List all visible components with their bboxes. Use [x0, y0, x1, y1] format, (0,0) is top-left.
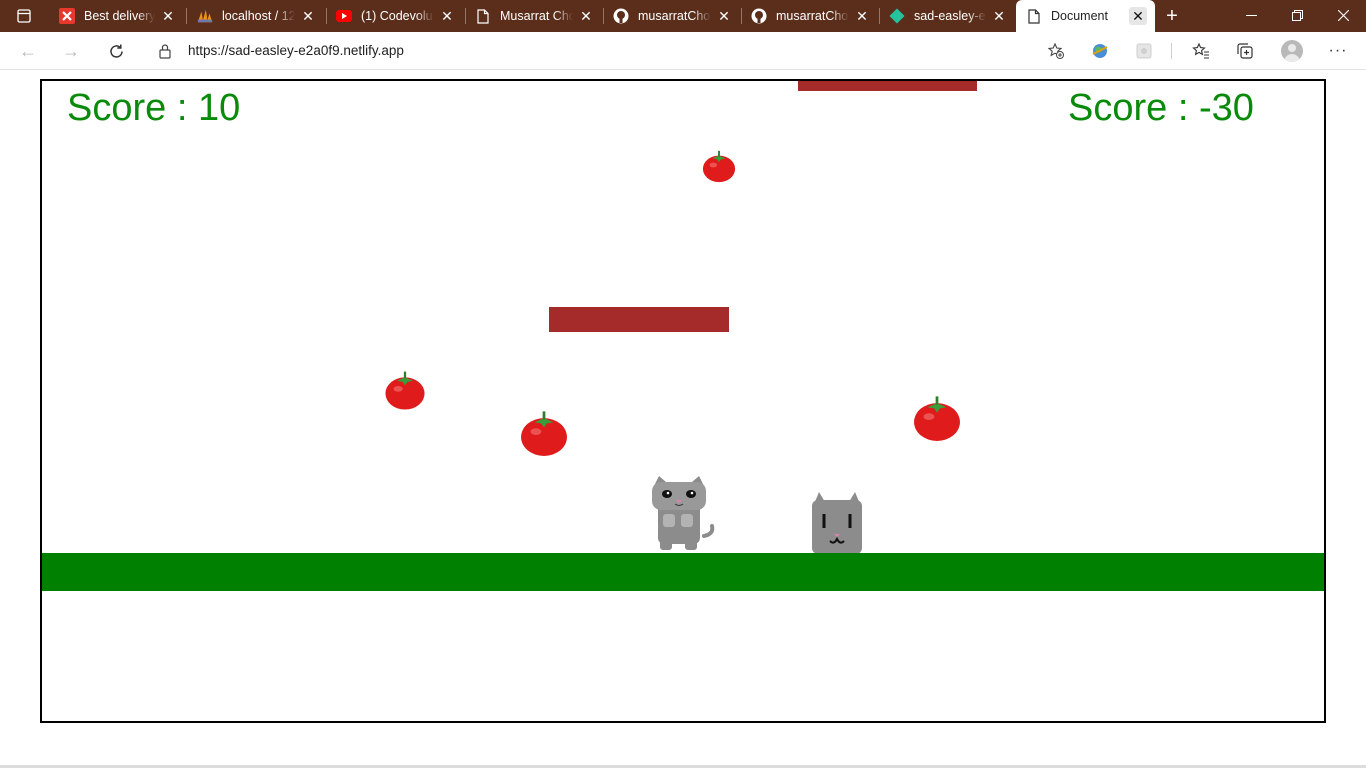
close-tab-icon[interactable]: ✕ [990, 7, 1008, 25]
more-dots-icon: ··· [1328, 42, 1348, 59]
phpmyadmin-icon [197, 8, 213, 24]
ground [42, 553, 1324, 591]
close-tab-icon[interactable]: ✕ [715, 7, 733, 25]
star-add-icon [1047, 42, 1064, 59]
browser-tab[interactable]: musarratChow ✕ [741, 0, 879, 32]
restore-icon [1291, 9, 1303, 21]
plus-icon: + [1166, 4, 1178, 27]
tab-title: Document [1051, 9, 1108, 23]
close-tab-icon[interactable]: ✕ [159, 7, 177, 25]
arrow-left-icon: ← [19, 40, 37, 61]
address-bar[interactable]: https://sad-easley-e2a0f9.netlify.app [143, 36, 1071, 66]
player1-cat [652, 476, 715, 550]
favorites-button[interactable] [1191, 41, 1211, 61]
minimize-icon [1245, 14, 1257, 16]
new-tab-button[interactable]: + [1160, 5, 1184, 27]
browser-toolbar: ← → https://sad-easley-e2a0f9.netlify.ap… [0, 32, 1366, 70]
page-icon [475, 8, 491, 24]
arrow-right-icon: → [62, 40, 80, 61]
toolbar-divider [1171, 43, 1172, 59]
page-icon [1026, 8, 1042, 24]
platform [798, 81, 977, 91]
minimize-button[interactable] [1228, 0, 1274, 30]
globe-extension-icon [1092, 44, 1108, 58]
url-text[interactable]: https://sad-easley-e2a0f9.netlify.app [188, 43, 404, 58]
reload-icon [109, 44, 123, 58]
game-canvas[interactable]: Score : 10 Score : -30 [40, 79, 1326, 723]
tomato-icon [521, 411, 567, 456]
platform [549, 307, 729, 332]
forward-button[interactable]: → [57, 37, 85, 65]
favorites-star-icon [1192, 42, 1209, 59]
puzzle-extension-icon [1136, 43, 1152, 59]
netlify-icon [889, 8, 905, 24]
settings-menu-button[interactable]: ··· [1328, 41, 1348, 61]
browser-tab-active[interactable]: Document ✕ [1016, 0, 1155, 32]
x-brand-icon [59, 8, 75, 24]
close-tab-icon[interactable]: ✕ [1129, 7, 1147, 25]
tab-title: sad-easley-e2 [914, 9, 986, 23]
tab-title: musarratChow [638, 9, 711, 23]
browser-tab[interactable]: sad-easley-e2 ✕ [879, 0, 1016, 32]
tomato-icon [914, 396, 960, 441]
browser-tab[interactable]: Best delivery s ✕ [49, 0, 185, 32]
player1-score: Score : 10 [67, 87, 241, 129]
youtube-icon [336, 8, 352, 24]
tab-title: (1) Codevoluti [361, 9, 434, 23]
extension-globe-button[interactable] [1090, 41, 1110, 61]
close-icon [1337, 9, 1349, 21]
tab-title: Musarrat Cho [500, 9, 573, 23]
tomato-icon [385, 371, 425, 410]
close-tab-icon[interactable]: ✕ [577, 7, 595, 25]
tab-actions-button[interactable] [8, 5, 40, 27]
player2-score: Score : -30 [1068, 87, 1254, 129]
tomato-icon [702, 150, 736, 183]
tab-title: localhost / 12 [222, 9, 295, 23]
github-icon [613, 8, 629, 24]
browser-tab[interactable]: musarratChow ✕ [603, 0, 741, 32]
tab-title: musarratChow [776, 9, 849, 23]
player2-cat [812, 492, 862, 554]
browser-tab[interactable]: (1) Codevoluti ✕ [326, 0, 464, 32]
browser-tab[interactable]: localhost / 12 ✕ [187, 0, 325, 32]
extension-button[interactable] [1134, 41, 1154, 61]
close-window-button[interactable] [1320, 0, 1366, 30]
browser-tab[interactable]: Musarrat Cho ✕ [465, 0, 603, 32]
github-icon [751, 8, 767, 24]
close-tab-icon[interactable]: ✕ [299, 7, 317, 25]
restore-button[interactable] [1274, 0, 1320, 30]
tab-actions-icon [17, 9, 31, 23]
tab-title: Best delivery s [84, 9, 155, 23]
lock-icon[interactable] [158, 43, 172, 59]
add-favorite-button[interactable] [1047, 42, 1065, 60]
collections-button[interactable] [1235, 41, 1255, 61]
tab-strip: Best delivery s ✕ localhost / 12 ✕ (1) C… [0, 0, 1366, 32]
close-tab-icon[interactable]: ✕ [438, 7, 456, 25]
reload-button[interactable] [102, 37, 130, 65]
collections-icon [1237, 43, 1253, 59]
close-tab-icon[interactable]: ✕ [853, 7, 871, 25]
profile-avatar[interactable] [1281, 40, 1303, 62]
back-button[interactable]: ← [14, 37, 42, 65]
